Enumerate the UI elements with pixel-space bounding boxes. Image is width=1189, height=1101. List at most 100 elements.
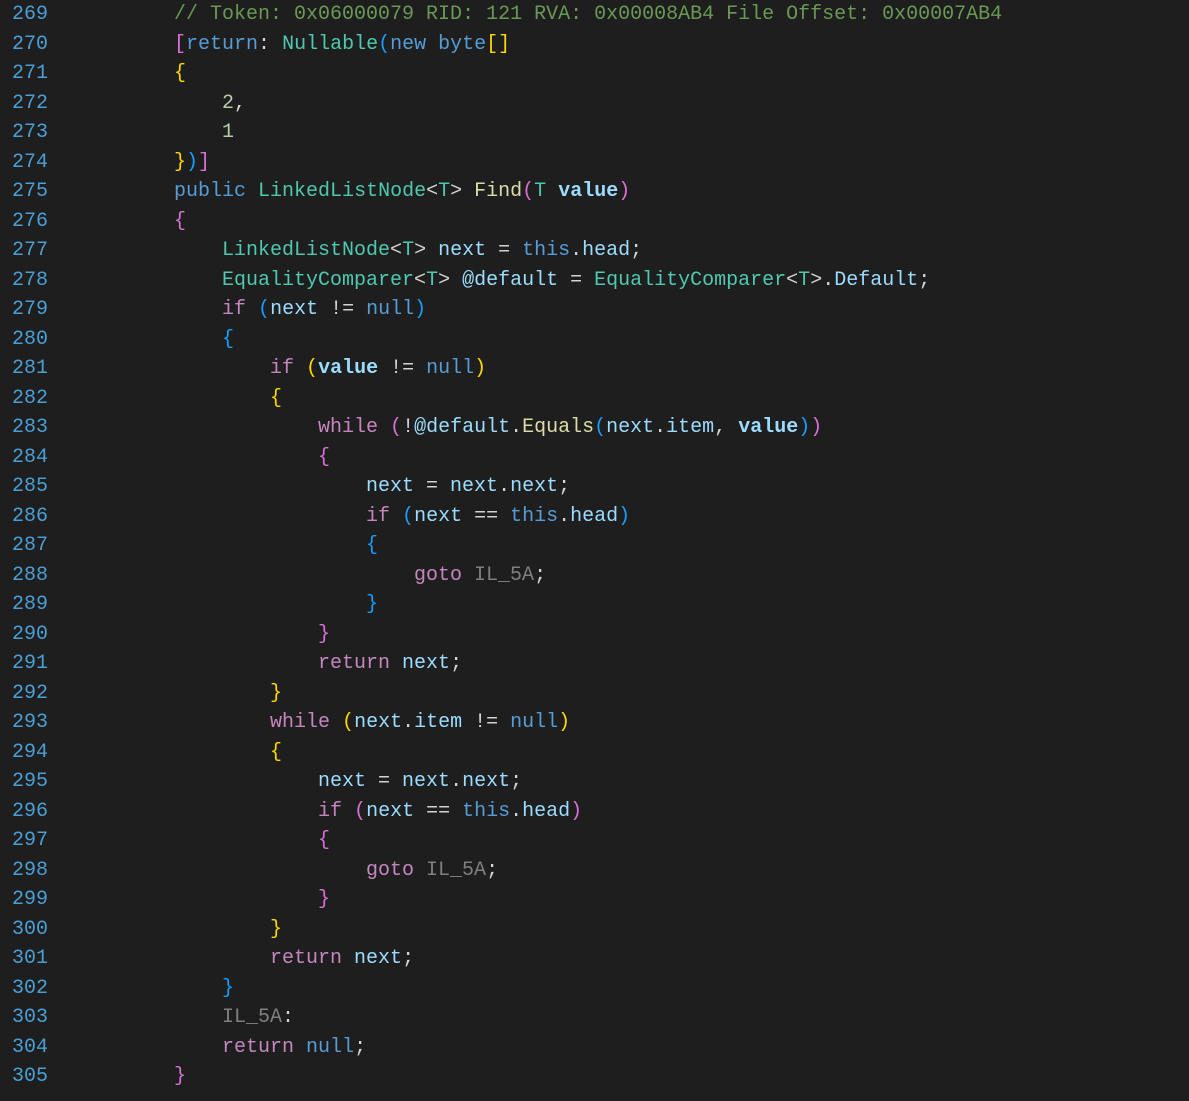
token-punct: ; [558, 475, 570, 498]
line-number: 276 [12, 207, 48, 237]
token-punct: ; [354, 1036, 366, 1059]
code-line[interactable]: if (value != null) [66, 354, 1189, 384]
token-punct [378, 416, 390, 439]
token-punct: ! [402, 416, 414, 439]
token-var: next [462, 770, 510, 793]
token-var: next [366, 475, 414, 498]
token-punct: . [402, 711, 414, 734]
code-area[interactable]: // Token: 0x06000079 RID: 121 RVA: 0x000… [66, 0, 1189, 1101]
code-line[interactable]: } [66, 974, 1189, 1004]
token-punct: . [450, 770, 462, 793]
code-line[interactable]: // Token: 0x06000079 RID: 121 RVA: 0x000… [66, 0, 1189, 30]
token-punct: = [366, 770, 402, 793]
token-ctrl: if [318, 800, 342, 823]
code-line[interactable]: } [66, 885, 1189, 915]
code-line[interactable]: [return: Nullable(new byte[] [66, 30, 1189, 60]
token-var: next [354, 947, 402, 970]
token-punct: != [378, 357, 426, 380]
code-line[interactable]: { [66, 59, 1189, 89]
token-brack-y: [ [486, 33, 498, 56]
token-ctrl: return [270, 947, 342, 970]
token-keyword: public [174, 180, 246, 203]
code-line[interactable]: IL_5A: [66, 1003, 1189, 1033]
code-line[interactable]: if (next == this.head) [66, 502, 1189, 532]
token-brace-y: { [174, 62, 186, 85]
token-brack-p: ] [198, 151, 210, 174]
token-paren-p: ) [810, 416, 822, 439]
token-brace-b: } [222, 977, 234, 1000]
line-number: 282 [12, 384, 48, 414]
code-line[interactable]: { [66, 384, 1189, 414]
token-punct: . [558, 505, 570, 528]
code-line[interactable]: } [66, 620, 1189, 650]
code-line[interactable]: { [66, 325, 1189, 355]
line-number: 290 [12, 620, 48, 650]
code-line[interactable]: return next; [66, 944, 1189, 974]
code-line[interactable]: } [66, 679, 1189, 709]
token-punct: ; [534, 564, 546, 587]
code-line[interactable]: goto IL_5A; [66, 856, 1189, 886]
line-number: 274 [12, 148, 48, 178]
code-line[interactable]: { [66, 738, 1189, 768]
code-line[interactable]: next = next.next; [66, 767, 1189, 797]
code-line[interactable]: while (next.item != null) [66, 708, 1189, 738]
token-var: next [438, 239, 486, 262]
token-var: next [402, 652, 450, 675]
token-var: next [354, 711, 402, 734]
code-line[interactable]: { [66, 531, 1189, 561]
code-editor[interactable]: 2692702712722732742752762772782792802812… [0, 0, 1189, 1101]
line-number: 305 [12, 1062, 48, 1092]
code-line[interactable]: 1 [66, 118, 1189, 148]
code-line[interactable]: })] [66, 148, 1189, 178]
code-line[interactable]: goto IL_5A; [66, 561, 1189, 591]
token-punct [330, 711, 342, 734]
token-type: LinkedListNode [258, 180, 426, 203]
token-brace-p: { [318, 446, 330, 469]
token-brace-p: { [174, 210, 186, 233]
token-paren-p: ( [522, 180, 534, 203]
code-line[interactable]: if (next == this.head) [66, 797, 1189, 827]
code-line[interactable]: EqualityComparer<T> @default = EqualityC… [66, 266, 1189, 296]
code-line[interactable]: } [66, 1062, 1189, 1092]
code-line[interactable]: LinkedListNode<T> next = this.head; [66, 236, 1189, 266]
line-number: 277 [12, 236, 48, 266]
token-ctrl: return [222, 1036, 294, 1059]
code-line[interactable]: { [66, 826, 1189, 856]
token-param: value [558, 180, 618, 203]
token-punct: == [414, 800, 462, 823]
line-number: 283 [12, 413, 48, 443]
token-punct: > [450, 180, 474, 203]
token-punct: , [714, 416, 738, 439]
code-line[interactable]: while (!@default.Equals(next.item, value… [66, 413, 1189, 443]
token-var: next [366, 800, 414, 823]
token-type: T [402, 239, 414, 262]
token-type: EqualityComparer [222, 269, 414, 292]
line-number: 301 [12, 944, 48, 974]
token-var: head [582, 239, 630, 262]
token-punct: . [510, 800, 522, 823]
code-line[interactable]: next = next.next; [66, 472, 1189, 502]
code-line[interactable]: { [66, 443, 1189, 473]
token-punct: . [510, 416, 522, 439]
token-var: next [510, 475, 558, 498]
code-line[interactable]: } [66, 915, 1189, 945]
line-number: 299 [12, 885, 48, 915]
token-var: next [450, 475, 498, 498]
token-paren-b: ( [402, 505, 414, 528]
code-line[interactable]: } [66, 590, 1189, 620]
code-line[interactable]: return next; [66, 649, 1189, 679]
token-param: value [738, 416, 798, 439]
line-number: 281 [12, 354, 48, 384]
code-line[interactable]: public LinkedListNode<T> Find(T value) [66, 177, 1189, 207]
line-number: 293 [12, 708, 48, 738]
code-line[interactable]: return null; [66, 1033, 1189, 1063]
token-brace-p: { [318, 829, 330, 852]
line-number: 271 [12, 59, 48, 89]
token-paren-p: ( [390, 416, 402, 439]
token-type: T [534, 180, 546, 203]
code-line[interactable]: if (next != null) [66, 295, 1189, 325]
code-line[interactable]: { [66, 207, 1189, 237]
code-line[interactable]: 2, [66, 89, 1189, 119]
token-brace-y: { [270, 741, 282, 764]
token-punct: : [282, 1006, 294, 1029]
